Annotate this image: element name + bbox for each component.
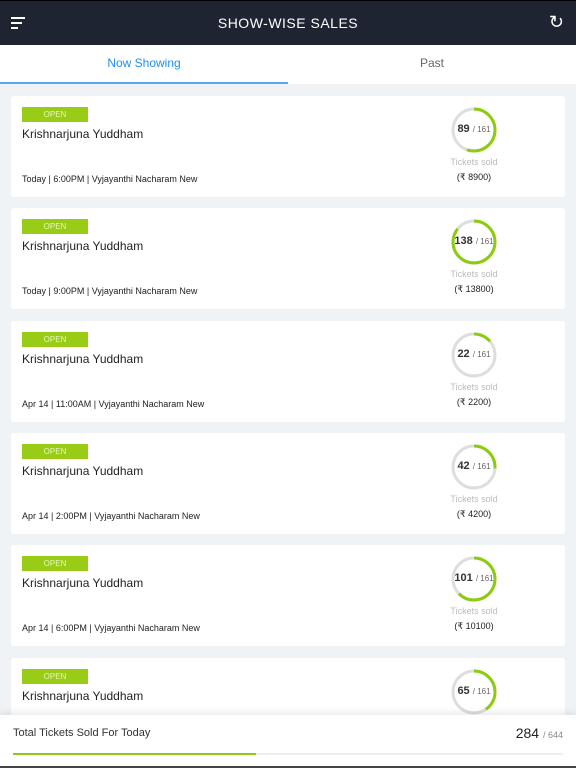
- tickets-sold-label: Tickets sold: [450, 493, 498, 504]
- total-footer: Total Tickets Sold For Today 284 / 644: [0, 715, 576, 768]
- show-meta: Apr 14 | 2:00PM | Vyjayanthi Nacharam Ne…: [22, 510, 200, 521]
- tickets-sold-label: Tickets sold: [450, 606, 498, 617]
- show-card[interactable]: OPEN Krishnarjuna Yuddham Apr 14 | 2:00P…: [11, 432, 565, 534]
- status-badge: OPEN: [22, 556, 88, 572]
- sales-amount: (₹ 2200): [456, 396, 492, 407]
- show-title: Krishnarjuna Yuddham: [22, 463, 144, 478]
- tab-past[interactable]: Past: [288, 45, 576, 84]
- total-progress-fill: [13, 753, 256, 755]
- tickets-sold-label: Tickets sold: [450, 381, 498, 392]
- show-title: Krishnarjuna Yuddham: [22, 576, 144, 591]
- page-title: SHOW-WISE SALES: [217, 15, 359, 31]
- app-header: SHOW-WISE SALES ↻: [0, 0, 576, 45]
- show-card[interactable]: OPEN Krishnarjuna Yuddham Today | 6:00PM…: [11, 96, 565, 197]
- show-meta: Today | 9:00PM | Vyjayanthi Nacharam New: [22, 286, 198, 297]
- ticket-count: 22 / 161: [457, 347, 491, 360]
- sales-amount: (₹ 8900): [456, 172, 492, 182]
- show-card[interactable]: OPEN Krishnarjuna Yuddham Today | 9:00PM…: [11, 208, 565, 310]
- status-badge: OPEN: [22, 443, 88, 459]
- show-meta: Apr 14 | 11:00AM | Vyjayanthi Nacharam N…: [22, 398, 205, 409]
- status-badge: OPEN: [22, 668, 88, 684]
- total-sold: 284: [515, 725, 540, 741]
- tickets-sold-label: Tickets sold: [450, 157, 498, 167]
- total-capacity: / 644: [542, 730, 563, 740]
- total-progress-bar: [13, 753, 563, 755]
- tab-now-showing[interactable]: Now Showing: [0, 45, 288, 84]
- show-title: Krishnarjuna Yuddham: [22, 351, 144, 366]
- ticket-count: 101 / 161: [454, 572, 494, 585]
- refresh-icon[interactable]: ↻: [549, 12, 564, 33]
- total-value: 284 / 644: [516, 725, 563, 741]
- ticket-count: 138 / 161: [454, 235, 494, 248]
- tab-bar: Now Showing Past: [0, 45, 576, 84]
- ticket-count: 42 / 161: [457, 459, 491, 472]
- show-title: Krishnarjuna Yuddham: [22, 688, 144, 703]
- tickets-sold-label: Tickets sold: [450, 269, 498, 280]
- sales-amount: (₹ 4200): [456, 508, 492, 519]
- status-badge: OPEN: [22, 331, 88, 347]
- show-card[interactable]: OPEN Krishnarjuna Yuddham Apr 14 | 6:00P…: [11, 545, 565, 647]
- ticket-count: 65 / 161: [457, 684, 491, 697]
- show-meta: Apr 14 | 6:00PM | Vyjayanthi Nacharam Ne…: [22, 623, 200, 634]
- status-badge: OPEN: [22, 107, 88, 122]
- sales-amount: (₹ 10100): [454, 621, 494, 632]
- show-card[interactable]: OPEN Krishnarjuna Yuddham Apr 14 | 11:00…: [11, 320, 565, 422]
- total-label: Total Tickets Sold For Today: [13, 727, 151, 739]
- ticket-count: 89 / 161: [457, 123, 491, 135]
- show-title: Krishnarjuna Yuddham: [22, 127, 144, 141]
- show-meta: Today | 6:00PM | Vyjayanthi Nacharam New: [22, 174, 198, 184]
- show-title: Krishnarjuna Yuddham: [22, 239, 144, 254]
- status-badge: OPEN: [22, 219, 88, 235]
- sales-amount: (₹ 13800): [454, 284, 494, 295]
